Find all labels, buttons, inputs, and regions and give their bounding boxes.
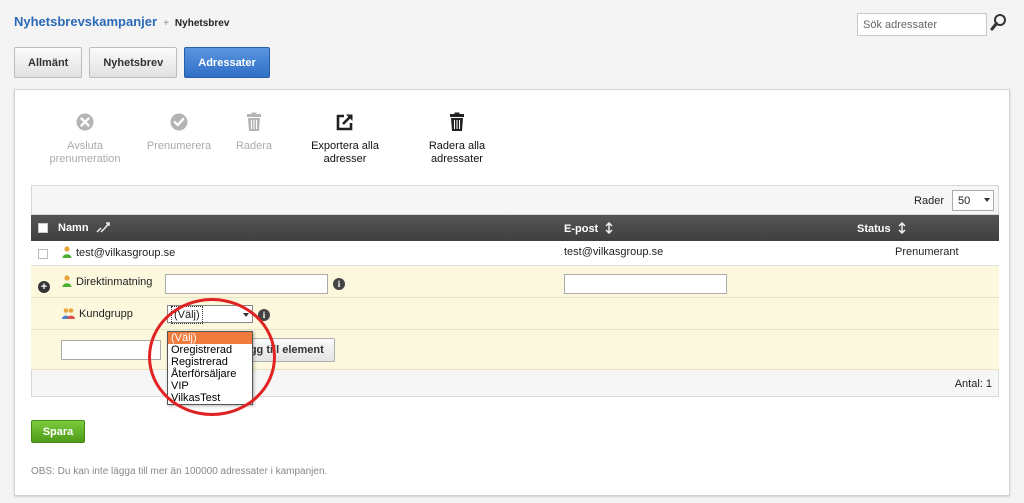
row-checkbox[interactable] (38, 249, 48, 259)
customer-group-select-value: (Välj) (171, 306, 203, 324)
row-name-text: test@vilkasgroup.se (76, 247, 176, 259)
trash-icon (450, 112, 464, 131)
trash-icon (247, 112, 261, 131)
chevron-down-icon (243, 313, 249, 317)
delete-button[interactable]: Radera (234, 112, 274, 153)
search-input[interactable] (857, 13, 987, 36)
table-toolbar: Rader 50 (31, 185, 999, 215)
add-icon[interactable]: + (38, 281, 50, 293)
action-toolbar: Avsluta prenumeration Prenumerera Radera… (15, 112, 1009, 172)
row-status: Prenumerant (895, 246, 959, 258)
export-icon (336, 114, 353, 131)
dropdown-option[interactable]: Återförsäljare (168, 368, 252, 380)
direct-input-label: Direktinmatning (62, 275, 152, 288)
export-all-button[interactable]: Exportera alla adresser (308, 112, 382, 166)
delete-all-button[interactable]: Radera alla adressater (423, 112, 491, 166)
sort-icon (96, 222, 110, 233)
customer-group-row: Kundgrupp (Välj) i (31, 298, 999, 330)
rows-per-page-select[interactable]: 50 (952, 190, 994, 211)
customer-group-label-text: Kundgrupp (79, 308, 133, 320)
tab-bar: Allmänt Nyhetsbrev Adressater (14, 47, 270, 78)
add-element-field[interactable] (61, 340, 161, 360)
breadcrumb: Nyhetsbrevskampanjer + Nyhetsbrev (14, 14, 229, 29)
tab-recipients[interactable]: Adressater (184, 47, 270, 78)
delete-label: Radera (235, 140, 273, 152)
tab-newsletter[interactable]: Nyhetsbrev (89, 47, 178, 78)
rows-label: Rader (914, 195, 944, 207)
dropdown-option[interactable]: VIP (168, 380, 252, 392)
column-header-name[interactable]: Namn (58, 222, 110, 234)
breadcrumb-separator: + (163, 18, 169, 29)
column-name-label: Namn (58, 222, 89, 234)
dropdown-option[interactable]: Oregistrerad (168, 344, 252, 356)
row-count: Antal: 1 (954, 378, 992, 390)
subscribe-label: Prenumerera (146, 140, 212, 152)
subscribe-button[interactable]: Prenumerera (145, 112, 213, 153)
tab-general[interactable]: Allmänt (14, 47, 83, 78)
sort-icon (605, 222, 613, 234)
delete-all-label: Radera alla adressater (428, 140, 486, 165)
info-icon[interactable]: i (333, 278, 345, 290)
recipients-panel: Avsluta prenumeration Prenumerera Radera… (14, 89, 1010, 496)
user-icon (62, 275, 72, 287)
sort-icon (898, 222, 906, 234)
column-header-status[interactable]: Status (857, 222, 906, 235)
row-name: test@vilkasgroup.se (62, 246, 175, 259)
direct-input-row: + Direktinmatning i (31, 266, 999, 298)
breadcrumb-root-link[interactable]: Nyhetsbrevskampanjer (14, 14, 157, 29)
search-icon[interactable] (990, 13, 1008, 33)
limit-note: OBS: Du kan inte lägga till mer än 10000… (31, 466, 328, 477)
unsubscribe-button[interactable]: Avsluta prenumeration (50, 112, 120, 166)
unsubscribe-label: Avsluta prenumeration (49, 140, 121, 165)
dropdown-option[interactable]: (Välj) (168, 332, 252, 344)
select-all-checkbox[interactable] (38, 223, 48, 233)
chevron-down-icon (984, 198, 990, 202)
customer-group-label: Kundgrupp (62, 307, 133, 320)
info-icon[interactable]: i (258, 309, 270, 321)
column-email-label: E-post (564, 223, 599, 235)
rows-per-page-value: 50 (958, 194, 971, 207)
group-icon (62, 308, 75, 319)
direct-input-name-field[interactable] (165, 274, 328, 294)
customer-group-dropdown: (Välj) Oregistrerad Registrerad Återförs… (167, 331, 253, 405)
direct-input-email-field[interactable] (564, 274, 727, 294)
column-status-label: Status (857, 223, 891, 235)
dropdown-option[interactable]: Registrerad (168, 356, 252, 368)
check-circle-icon (170, 113, 188, 131)
user-icon (62, 246, 72, 258)
row-email: test@vilkasgroup.se (564, 246, 664, 258)
table-row: test@vilkasgroup.se test@vilkasgroup.se … (31, 241, 999, 266)
table-header: Namn E-post Status (31, 215, 999, 241)
column-header-email[interactable]: E-post (564, 222, 613, 235)
cancel-circle-icon (76, 113, 94, 131)
export-all-label: Exportera alla adresser (311, 140, 379, 165)
direct-input-label-text: Direktinmatning (76, 276, 153, 288)
customer-group-select[interactable]: (Välj) (167, 305, 253, 324)
save-button[interactable]: Spara (31, 420, 85, 443)
dropdown-option[interactable]: VilkasTest (168, 392, 252, 404)
breadcrumb-current: Nyhetsbrev (174, 18, 230, 29)
